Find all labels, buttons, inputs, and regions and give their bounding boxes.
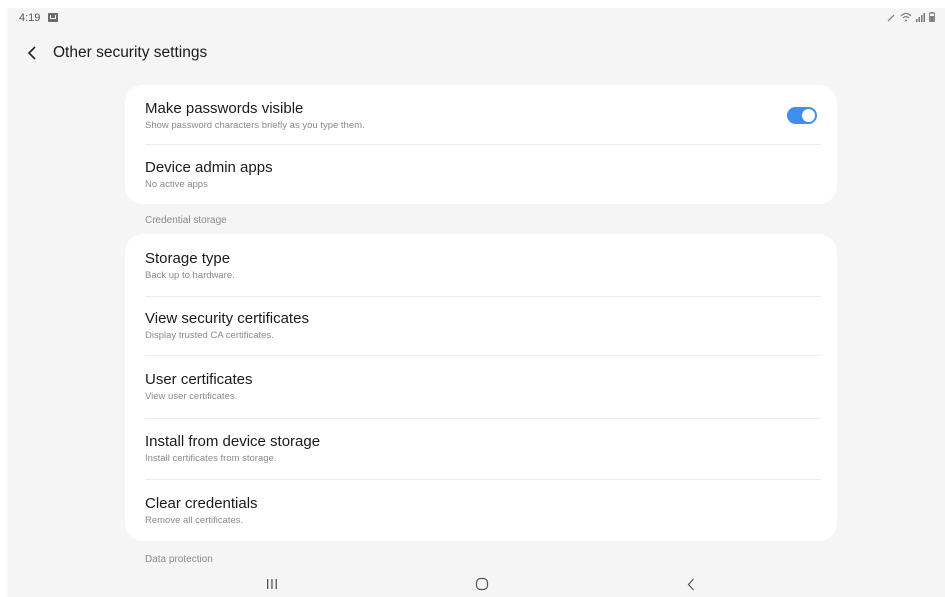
item-title: Clear credentials	[145, 495, 258, 512]
toggle-knob	[802, 109, 815, 122]
recents-button[interactable]	[257, 574, 287, 594]
divider	[145, 296, 821, 297]
item-subtitle: No active apps	[145, 179, 208, 190]
list-item-user-certificates[interactable]: User certificates View user certificates…	[145, 371, 821, 411]
list-item-clear-credentials[interactable]: Clear credentials Remove all certificate…	[145, 495, 821, 535]
passwords-visible-toggle[interactable]	[787, 107, 817, 124]
list-item-storage-type[interactable]: Storage type Back up to hardware.	[145, 250, 821, 290]
section-header-data-protection: Data protection	[145, 554, 213, 565]
item-subtitle: Show password characters briefly as you …	[145, 120, 365, 131]
divider	[145, 355, 821, 356]
list-item-install-from-device-storage[interactable]: Install from device storage Install cert…	[145, 433, 821, 473]
list-item-view-security-certificates[interactable]: View security certificates Display trust…	[145, 310, 821, 350]
battery-icon	[929, 12, 935, 22]
list-item-make-passwords-visible[interactable]: Make passwords visible Show password cha…	[145, 100, 821, 140]
item-subtitle: Display trusted CA certificates.	[145, 330, 274, 341]
general-card: Make passwords visible Show password cha…	[125, 85, 837, 204]
chevron-left-icon	[27, 46, 36, 60]
item-title: Install from device storage	[145, 433, 321, 450]
signal-icon	[916, 12, 925, 22]
divider	[145, 144, 821, 145]
pen-icon	[887, 14, 895, 21]
item-title: Device admin apps	[145, 159, 273, 176]
back-icon	[687, 578, 694, 590]
item-title: Make passwords visible	[145, 100, 304, 117]
recents-icon	[267, 579, 277, 589]
item-title: User certificates	[145, 371, 253, 388]
item-subtitle: Back up to hardware.	[145, 270, 235, 281]
item-subtitle: Install certificates from storage.	[145, 453, 277, 464]
section-header-credential-storage: Credential storage	[145, 215, 227, 226]
divider	[145, 418, 821, 419]
app-header: Other security settings	[7, 38, 945, 68]
home-icon	[475, 577, 489, 591]
divider	[145, 479, 821, 480]
item-title: Storage type	[145, 250, 231, 267]
status-icons	[887, 12, 935, 22]
navigation-bar	[7, 572, 945, 597]
page-title: Other security settings	[53, 44, 208, 61]
notification-icon	[48, 13, 58, 22]
status-bar: 4:19	[7, 8, 945, 30]
screen: 4:19 Other security settings Make passwo…	[7, 8, 945, 597]
item-title: View security certificates	[145, 310, 309, 327]
item-subtitle: Remove all certificates.	[145, 515, 244, 526]
back-button[interactable]	[21, 42, 43, 64]
item-subtitle: View user certificates.	[145, 391, 238, 402]
status-time: 4:19	[19, 12, 41, 24]
list-item-device-admin-apps[interactable]: Device admin apps No active apps	[145, 159, 821, 199]
home-button[interactable]	[467, 574, 497, 594]
wifi-icon	[900, 12, 912, 22]
nav-back-button[interactable]	[676, 574, 706, 594]
credential-storage-card: Storage type Back up to hardware. View s…	[125, 234, 837, 541]
